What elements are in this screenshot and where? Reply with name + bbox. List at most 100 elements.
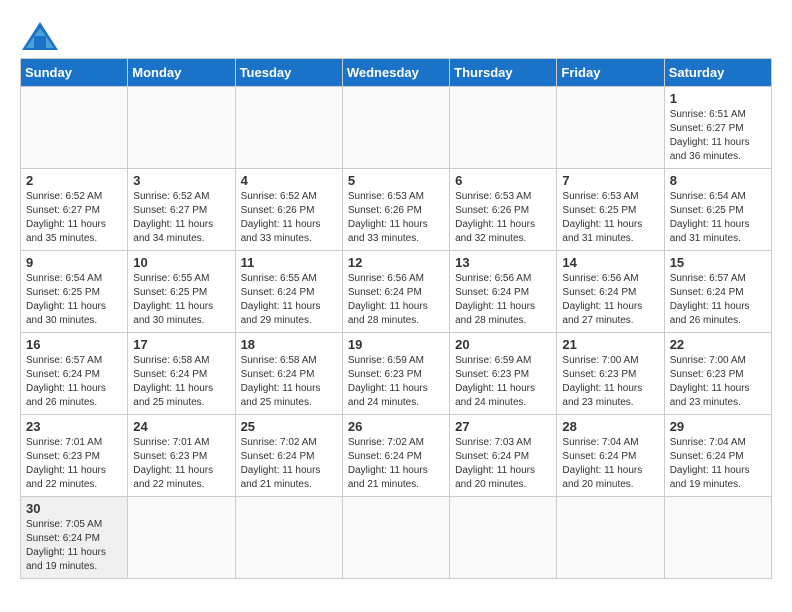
- calendar-cell: 2Sunrise: 6:52 AMSunset: 6:27 PMDaylight…: [21, 169, 128, 251]
- day-number: 10: [133, 255, 229, 270]
- day-info: Sunrise: 6:53 AMSunset: 6:25 PMDaylight:…: [562, 190, 658, 246]
- day-info: Sunrise: 6:56 AMSunset: 6:24 PMDaylight:…: [348, 272, 444, 328]
- calendar-cell: 30 Sunrise: 7:05 AMSunset: 6:24 PMDayligh…: [21, 497, 128, 579]
- calendar-cell: 5 Sunrise: 6:53 AMSunset: 6:26 PMDaylight…: [342, 169, 449, 251]
- day-number: 13: [455, 255, 551, 270]
- day-number: 3: [133, 173, 229, 188]
- calendar-cell: 19Sunrise: 6:59 AMSunset: 6:23 PMDayligh…: [342, 333, 449, 415]
- calendar-cell: 29Sunrise: 7:04 AMSunset: 6:24 PMDayligh…: [664, 415, 771, 497]
- calendar-cell: 12 Sunrise: 6:56 AMSunset: 6:24 PMDayligh…: [342, 251, 449, 333]
- day-info: Sunrise: 6:56 AMSunset: 6:24 PMDaylight:…: [562, 272, 658, 328]
- calendar-cell: 27Sunrise: 7:03 AMSunset: 6:24 PMDayligh…: [450, 415, 557, 497]
- day-info: Sunrise: 6:55 AMSunset: 6:24 PMDaylight:…: [241, 272, 337, 328]
- calendar: SundayMondayTuesdayWednesdayThursdayFrid…: [20, 58, 772, 579]
- day-info: Sunrise: 7:02 AMSunset: 6:24 PMDaylight:…: [348, 436, 444, 492]
- day-number: 7: [562, 173, 658, 188]
- day-number: 26: [348, 419, 444, 434]
- day-info: Sunrise: 6:55 AMSunset: 6:25 PMDaylight:…: [133, 272, 229, 328]
- calendar-cell: 8 Sunrise: 6:54 AMSunset: 6:25 PMDaylight…: [664, 169, 771, 251]
- calendar-cell: 20 Sunrise: 6:59 AMSunset: 6:23 PMDayligh…: [450, 333, 557, 415]
- calendar-cell: 16 Sunrise: 6:57 AMSunset: 6:24 PMDayligh…: [21, 333, 128, 415]
- calendar-cell: 25Sunrise: 7:02 AMSunset: 6:24 PMDayligh…: [235, 415, 342, 497]
- day-number: 8: [670, 173, 766, 188]
- day-number: 17: [133, 337, 229, 352]
- day-info: Sunrise: 6:54 AMSunset: 6:25 PMDaylight:…: [26, 272, 122, 328]
- day-info: Sunrise: 6:56 AMSunset: 6:24 PMDaylight:…: [455, 272, 551, 328]
- calendar-cell: 28 Sunrise: 7:04 AMSunset: 6:24 PMDayligh…: [557, 415, 664, 497]
- calendar-cell: 11 Sunrise: 6:55 AMSunset: 6:24 PMDayligh…: [235, 251, 342, 333]
- day-info: Sunrise: 6:53 AMSunset: 6:26 PMDaylight:…: [348, 190, 444, 246]
- day-info: Sunrise: 6:57 AMSunset: 6:24 PMDaylight:…: [26, 354, 122, 410]
- day-info: Sunrise: 7:05 AMSunset: 6:24 PMDaylight:…: [26, 518, 122, 574]
- calendar-cell: 3 Sunrise: 6:52 AMSunset: 6:27 PMDaylight…: [128, 169, 235, 251]
- day-number: 18: [241, 337, 337, 352]
- day-info: Sunrise: 6:59 AMSunset: 6:23 PMDaylight:…: [455, 354, 551, 410]
- day-number: 20: [455, 337, 551, 352]
- day-number: 23: [26, 419, 122, 434]
- calendar-cell: [235, 87, 342, 169]
- calendar-cell: [342, 87, 449, 169]
- calendar-cell: [342, 497, 449, 579]
- day-info: Sunrise: 6:54 AMSunset: 6:25 PMDaylight:…: [670, 190, 766, 246]
- calendar-week-row: 9Sunrise: 6:54 AMSunset: 6:25 PMDaylight…: [21, 251, 772, 333]
- day-info: Sunrise: 7:02 AMSunset: 6:24 PMDaylight:…: [241, 436, 337, 492]
- calendar-week-row: 30 Sunrise: 7:05 AMSunset: 6:24 PMDayligh…: [21, 497, 772, 579]
- day-info: Sunrise: 6:53 AMSunset: 6:26 PMDaylight:…: [455, 190, 551, 246]
- day-header-tuesday: Tuesday: [235, 59, 342, 87]
- calendar-week-row: 16 Sunrise: 6:57 AMSunset: 6:24 PMDayligh…: [21, 333, 772, 415]
- day-info: Sunrise: 7:00 AMSunset: 6:23 PMDaylight:…: [562, 354, 658, 410]
- day-info: Sunrise: 7:04 AMSunset: 6:24 PMDaylight:…: [562, 436, 658, 492]
- day-info: Sunrise: 6:57 AMSunset: 6:24 PMDaylight:…: [670, 272, 766, 328]
- day-header-wednesday: Wednesday: [342, 59, 449, 87]
- day-number: 16: [26, 337, 122, 352]
- day-number: 12: [348, 255, 444, 270]
- calendar-cell: 17 Sunrise: 6:58 AMSunset: 6:24 PMDayligh…: [128, 333, 235, 415]
- calendar-cell: [664, 497, 771, 579]
- calendar-cell: [128, 497, 235, 579]
- day-header-sunday: Sunday: [21, 59, 128, 87]
- calendar-week-row: 1 Sunrise: 6:51 AMSunset: 6:27 PMDaylight…: [21, 87, 772, 169]
- calendar-week-row: 2Sunrise: 6:52 AMSunset: 6:27 PMDaylight…: [21, 169, 772, 251]
- day-number: 19: [348, 337, 444, 352]
- day-number: 30: [26, 501, 122, 516]
- day-info: Sunrise: 7:01 AMSunset: 6:23 PMDaylight:…: [133, 436, 229, 492]
- calendar-cell: [450, 87, 557, 169]
- day-number: 14: [562, 255, 658, 270]
- day-number: 15: [670, 255, 766, 270]
- day-number: 4: [241, 173, 337, 188]
- calendar-cell: 23 Sunrise: 7:01 AMSunset: 6:23 PMDayligh…: [21, 415, 128, 497]
- day-header-friday: Friday: [557, 59, 664, 87]
- day-header-thursday: Thursday: [450, 59, 557, 87]
- calendar-cell: [128, 87, 235, 169]
- calendar-cell: 26 Sunrise: 7:02 AMSunset: 6:24 PMDayligh…: [342, 415, 449, 497]
- day-info: Sunrise: 6:58 AMSunset: 6:24 PMDaylight:…: [241, 354, 337, 410]
- calendar-cell: [235, 497, 342, 579]
- calendar-cell: 1 Sunrise: 6:51 AMSunset: 6:27 PMDaylight…: [664, 87, 771, 169]
- day-header-saturday: Saturday: [664, 59, 771, 87]
- day-info: Sunrise: 7:00 AMSunset: 6:23 PMDaylight:…: [670, 354, 766, 410]
- calendar-cell: 15 Sunrise: 6:57 AMSunset: 6:24 PMDayligh…: [664, 251, 771, 333]
- day-info: Sunrise: 6:51 AMSunset: 6:27 PMDaylight:…: [670, 108, 766, 164]
- day-header-monday: Monday: [128, 59, 235, 87]
- day-info: Sunrise: 6:52 AMSunset: 6:27 PMDaylight:…: [133, 190, 229, 246]
- calendar-cell: [21, 87, 128, 169]
- logo-icon: [20, 20, 56, 48]
- day-info: Sunrise: 6:58 AMSunset: 6:24 PMDaylight:…: [133, 354, 229, 410]
- calendar-cell: 9Sunrise: 6:54 AMSunset: 6:25 PMDaylight…: [21, 251, 128, 333]
- day-number: 28: [562, 419, 658, 434]
- calendar-week-row: 23 Sunrise: 7:01 AMSunset: 6:23 PMDayligh…: [21, 415, 772, 497]
- day-number: 22: [670, 337, 766, 352]
- day-number: 11: [241, 255, 337, 270]
- day-number: 5: [348, 173, 444, 188]
- calendar-cell: 6 Sunrise: 6:53 AMSunset: 6:26 PMDaylight…: [450, 169, 557, 251]
- day-number: 6: [455, 173, 551, 188]
- page-header: [20, 20, 772, 48]
- day-info: Sunrise: 7:01 AMSunset: 6:23 PMDaylight:…: [26, 436, 122, 492]
- calendar-cell: 14 Sunrise: 6:56 AMSunset: 6:24 PMDayligh…: [557, 251, 664, 333]
- calendar-cell: 4Sunrise: 6:52 AMSunset: 6:26 PMDaylight…: [235, 169, 342, 251]
- calendar-header-row: SundayMondayTuesdayWednesdayThursdayFrid…: [21, 59, 772, 87]
- calendar-cell: 13 Sunrise: 6:56 AMSunset: 6:24 PMDayligh…: [450, 251, 557, 333]
- day-number: 21: [562, 337, 658, 352]
- day-number: 1: [670, 91, 766, 106]
- day-info: Sunrise: 7:04 AMSunset: 6:24 PMDaylight:…: [670, 436, 766, 492]
